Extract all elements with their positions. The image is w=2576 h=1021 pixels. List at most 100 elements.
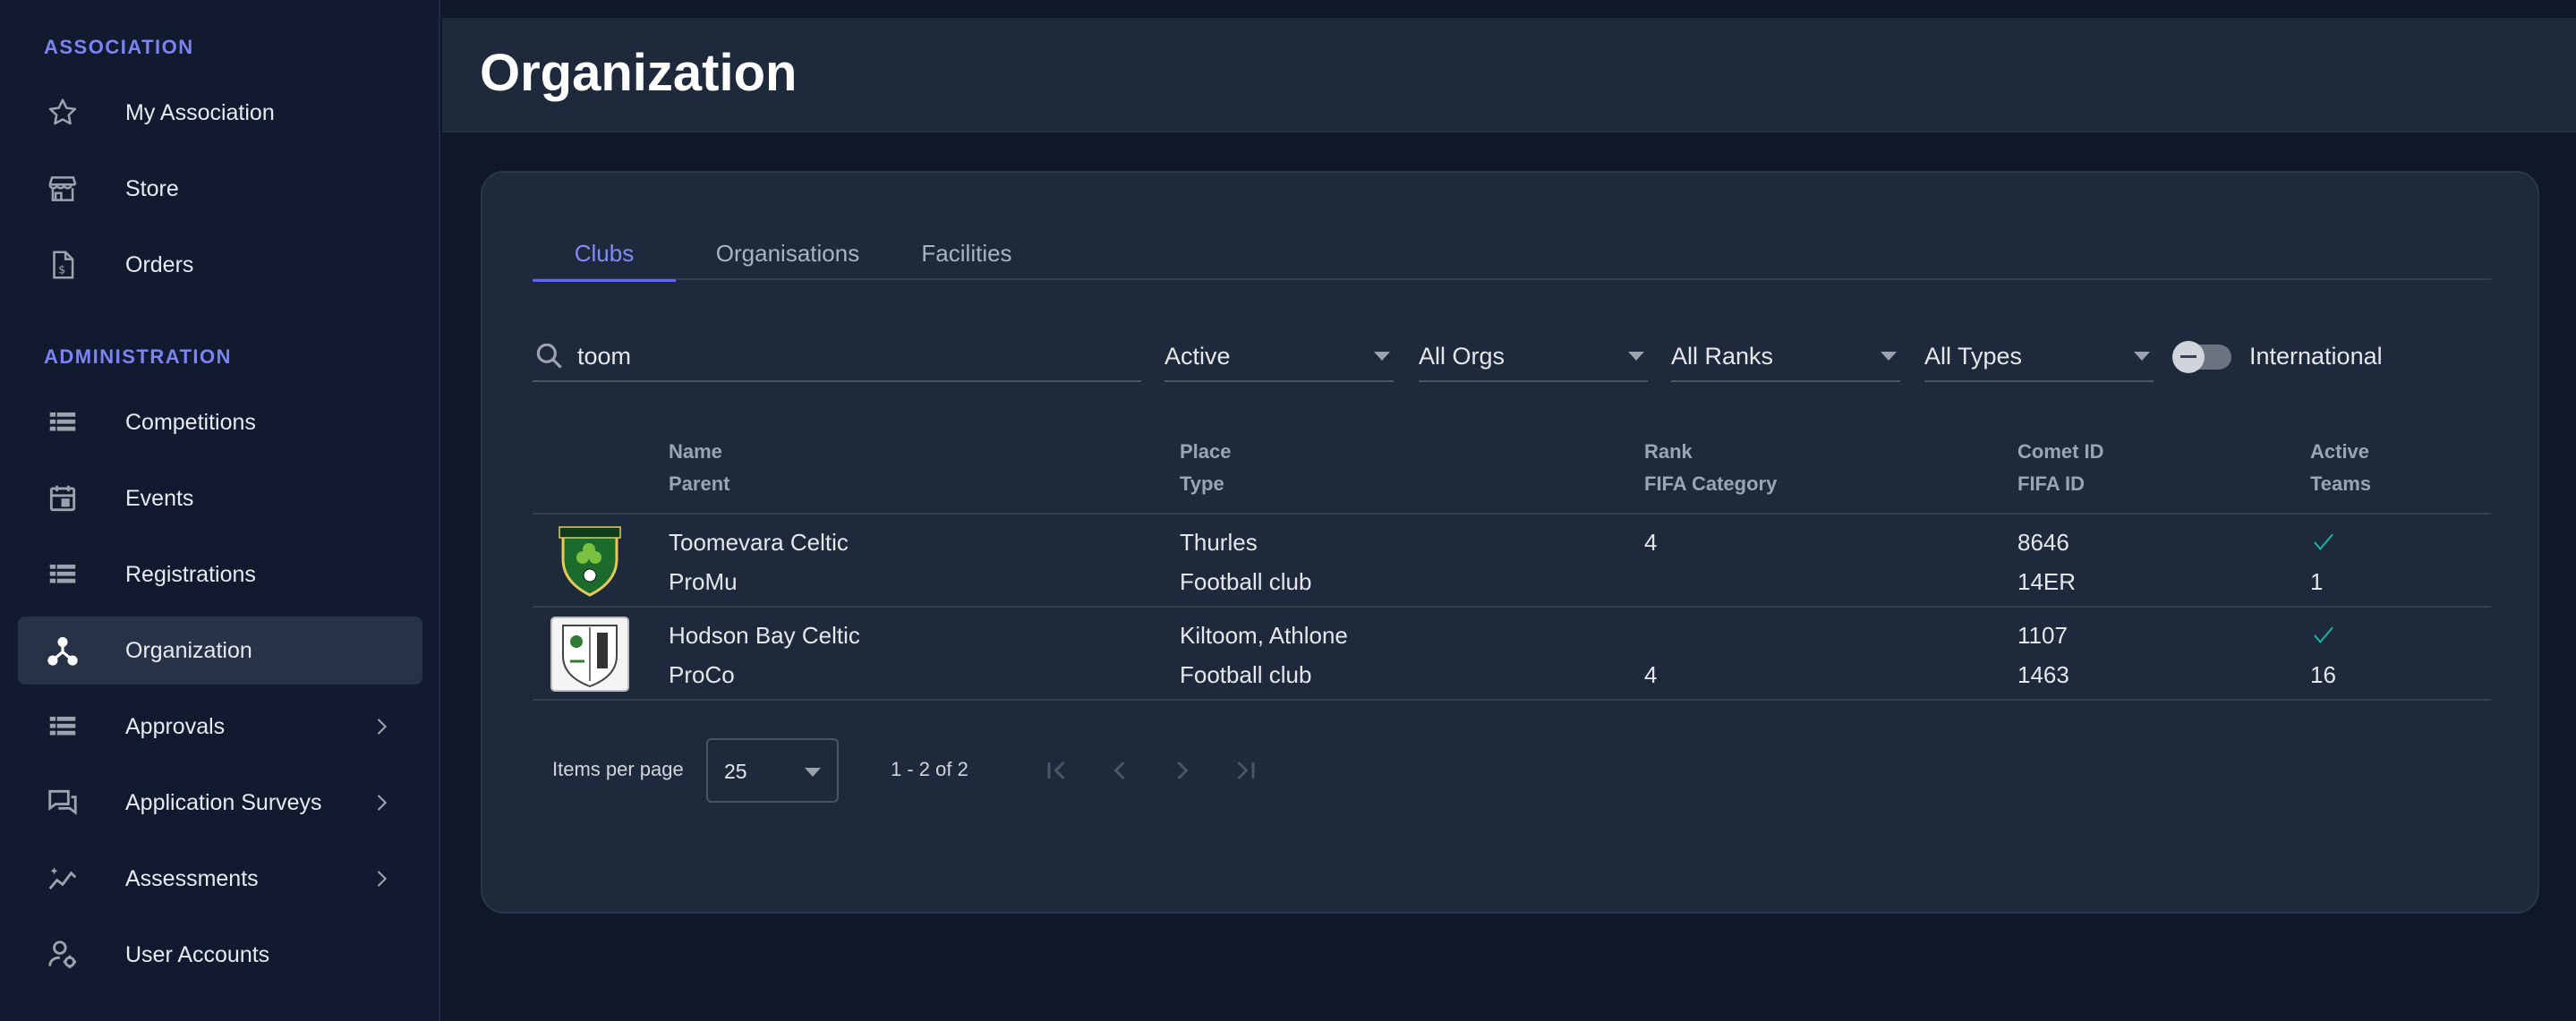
previous-page-button[interactable]	[1104, 754, 1136, 787]
clubs-table: Name Parent Place Type Rank FIFA Category C…	[533, 427, 2491, 701]
column-header-comet-id[interactable]: Comet ID FIFA ID	[2017, 436, 2104, 500]
hierarchy-icon	[45, 633, 81, 668]
header-line: Parent	[669, 472, 730, 495]
tab-clubs[interactable]: Clubs	[533, 226, 676, 282]
search-input[interactable]	[577, 342, 1114, 370]
tab-organisations[interactable]: Organisations	[694, 226, 882, 280]
status-select[interactable]: Active	[1164, 332, 1394, 382]
dropdown-arrow-icon	[1374, 352, 1390, 361]
items-per-page-label: Items per page	[552, 758, 684, 780]
club-rank: 4	[1644, 529, 1658, 556]
last-page-icon	[1237, 761, 1255, 780]
sidebar-item-application-surveys[interactable]: Application Surveys	[18, 769, 422, 837]
sidebar-item-label: Assessments	[125, 865, 259, 891]
club-name[interactable]: Toomevara Celtic	[669, 529, 849, 557]
header-line: Place	[1180, 440, 1232, 463]
page-size-select[interactable]: 25	[706, 738, 839, 803]
toggle-knob	[2172, 341, 2205, 373]
star-icon	[45, 95, 81, 131]
chevron-right-icon	[1177, 761, 1189, 780]
club-fifa-category: 4	[1644, 661, 1658, 688]
content-card: Clubs Organisations Facilities Active Al…	[481, 171, 2539, 914]
sidebar-item-registrations[interactable]: Registrations	[18, 540, 422, 608]
chevron-right-icon	[377, 795, 388, 811]
sidebar-item-label: Approvals	[125, 713, 226, 739]
chevron-right-icon	[377, 719, 388, 735]
sidebar-item-assessments[interactable]: Assessments	[18, 845, 422, 913]
ranks-select[interactable]: All Ranks	[1671, 332, 1900, 382]
sidebar-item-label: Registrations	[125, 561, 256, 587]
search-field[interactable]	[533, 332, 1141, 382]
sidebar-item-my-association[interactable]: My Association	[18, 79, 422, 147]
active-tab-indicator	[533, 279, 676, 282]
filter-row: Active All Orgs All Ranks All Types Inte…	[533, 332, 2491, 382]
club-type: Football club	[1180, 661, 1312, 688]
sidebar-item-label: Organization	[125, 637, 252, 663]
chevron-left-icon	[1113, 761, 1125, 780]
sidebar-item-organization[interactable]: Organization	[18, 617, 422, 685]
club-place: Thurles	[1180, 529, 1258, 556]
dropdown-arrow-icon	[805, 768, 821, 777]
header-line: FIFA Category	[1644, 472, 1778, 495]
pagination: Items per page 25 1 - 2 of 2	[533, 738, 1338, 803]
table-header: Name Parent Place Type Rank FIFA Category C…	[533, 427, 2491, 515]
search-icon	[536, 343, 562, 369]
club-fifa-id: 14ER	[2017, 568, 2077, 595]
calendar-icon	[45, 481, 81, 516]
table-row[interactable]: Hodson Bay Celtic ProCo Kiltoom, Athlone…	[533, 608, 2491, 701]
club-fifa-id: 1463	[2017, 661, 2069, 688]
user-gear-icon	[45, 937, 81, 973]
sidebar-item-orders[interactable]: $ Orders	[18, 231, 422, 299]
column-header-active[interactable]: Active Teams	[2310, 436, 2371, 500]
sidebar-item-approvals[interactable]: Approvals	[18, 693, 422, 761]
club-crest-image	[550, 617, 629, 692]
orgs-select-value: All Orgs	[1419, 342, 1506, 370]
table-row[interactable]: Toomevara Celtic ProMu Thurles Football …	[533, 515, 2491, 608]
svg-text:$: $	[58, 263, 65, 277]
header-line: FIFA ID	[2017, 472, 2085, 495]
section-label-administration: ADMINISTRATION	[44, 345, 233, 368]
chat-icon	[45, 785, 81, 821]
tab-facilities[interactable]: Facilities	[900, 226, 1034, 280]
club-type: Football club	[1180, 568, 1312, 595]
header-line: Type	[1180, 472, 1224, 495]
international-toggle[interactable]	[2172, 341, 2231, 373]
sidebar-item-label: User Accounts	[125, 941, 270, 967]
column-header-rank[interactable]: Rank FIFA Category	[1644, 436, 1777, 500]
tab-label: Clubs	[574, 239, 635, 267]
club-parent: ProCo	[669, 661, 735, 688]
sidebar-item-store[interactable]: Store	[18, 155, 422, 223]
sidebar-item-events[interactable]: Events	[18, 464, 422, 532]
page-size-value: 25	[724, 760, 747, 783]
first-page-button[interactable]	[1041, 754, 1073, 787]
sparkline-icon	[45, 861, 81, 897]
header-line: Name	[669, 440, 722, 463]
club-comet-id: 1107	[2017, 622, 2068, 649]
list-icon	[45, 404, 81, 440]
last-page-button[interactable]	[1229, 754, 1261, 787]
store-icon	[45, 171, 81, 207]
header-line: Rank	[1644, 440, 1693, 463]
next-page-button[interactable]	[1166, 754, 1198, 787]
types-select-value: All Types	[1924, 342, 2023, 370]
orgs-select[interactable]: All Orgs	[1419, 332, 1648, 382]
dropdown-arrow-icon	[1628, 352, 1644, 361]
column-header-place[interactable]: Place Type	[1180, 436, 1232, 500]
first-page-icon	[1047, 761, 1065, 780]
column-header-name[interactable]: Name Parent	[669, 436, 729, 500]
club-parent: ProMu	[669, 568, 738, 595]
sidebar: ASSOCIATION My Association Store $ Order…	[0, 0, 440, 1021]
status-select-value: Active	[1164, 342, 1231, 370]
types-select[interactable]: All Types	[1924, 332, 2154, 382]
check-icon	[2314, 533, 2333, 551]
top-strip	[442, 0, 2576, 18]
list-icon	[45, 709, 81, 744]
club-name[interactable]: Hodson Bay Celtic	[669, 622, 860, 650]
sidebar-item-user-accounts[interactable]: User Accounts	[18, 921, 422, 989]
section-label-association: ASSOCIATION	[44, 36, 194, 58]
sidebar-item-label: My Association	[125, 99, 275, 125]
sidebar-item-competitions[interactable]: Competitions	[18, 388, 422, 456]
sidebar-item-label: Events	[125, 485, 194, 511]
club-comet-id: 8646	[2017, 529, 2069, 556]
header-line: Active	[2310, 440, 2370, 463]
